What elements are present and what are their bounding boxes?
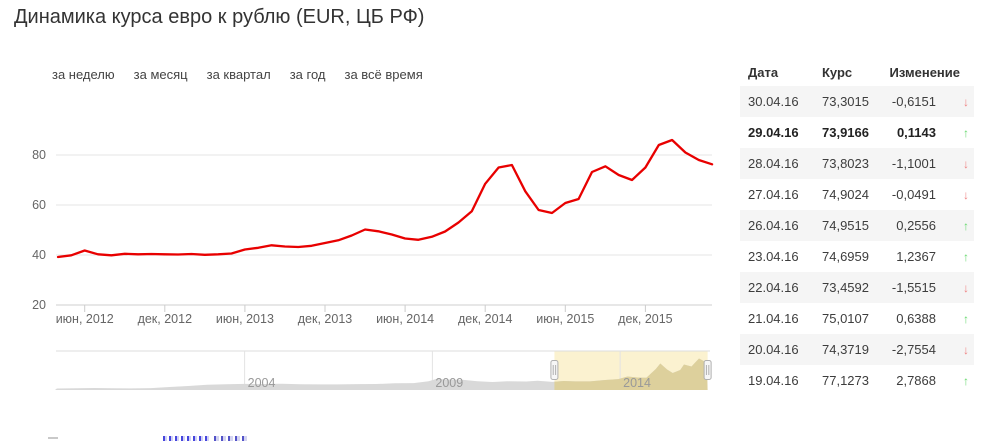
cell-change: 0,6388 xyxy=(888,311,958,326)
rates-table: ДатаКурсИзменение30.04.1673,3015-0,6151↓… xyxy=(740,58,974,396)
y-axis-label-40: 40 xyxy=(32,248,46,262)
navigator-year-label-2009: 2009 xyxy=(435,376,463,390)
cell-date: 27.04.16 xyxy=(740,187,818,202)
period-selector: за неделю за месяц за квартал за год за всё … xyxy=(52,67,423,82)
period-link-1[interactable]: за неделю xyxy=(52,67,115,82)
col-header-date: Дата xyxy=(740,65,818,80)
cell-change: -1,5515 xyxy=(888,280,958,295)
trend-down-arrow-icon: ↓ xyxy=(958,158,974,170)
trend-up-arrow-icon: ↑ xyxy=(958,375,974,387)
table-header-row: ДатаКурсИзменение xyxy=(740,58,974,86)
navigator-handle-right[interactable] xyxy=(704,361,711,380)
cell-date: 30.04.16 xyxy=(740,94,818,109)
cell-rate: 77,1273 xyxy=(818,373,888,388)
x-axis-label: дек, 2014 xyxy=(458,312,513,326)
x-axis-label: дек, 2015 xyxy=(618,312,673,326)
cell-rate: 73,8023 xyxy=(818,156,888,171)
table-row: 20.04.1674,3719-2,7554↓ xyxy=(740,334,974,365)
cell-rate: 74,6959 xyxy=(818,249,888,264)
cell-rate: 74,9024 xyxy=(818,187,888,202)
page-title: Динамика курса евро к рублю (EUR, ЦБ РФ) xyxy=(14,6,424,29)
navigator-year-label-2014: 2014 xyxy=(623,376,651,390)
cell-rate: 75,0107 xyxy=(818,311,888,326)
period-link-3[interactable]: за квартал xyxy=(207,67,271,82)
x-axis-label: июн, 2014 xyxy=(376,312,434,326)
cell-date: 29.04.16 xyxy=(740,125,818,140)
period-link-5[interactable]: за всё время xyxy=(344,67,422,82)
cell-change: -2,7554 xyxy=(888,342,958,357)
cell-rate: 73,9166 xyxy=(818,125,888,140)
cell-date: 19.04.16 xyxy=(740,373,818,388)
cell-rate: 74,3719 xyxy=(818,342,888,357)
cell-change: 1,2367 xyxy=(888,249,958,264)
cell-date: 21.04.16 xyxy=(740,311,818,326)
x-axis-label: дек, 2013 xyxy=(298,312,353,326)
cell-rate: 73,4592 xyxy=(818,280,888,295)
table-row: 30.04.1673,3015-0,6151↓ xyxy=(740,86,974,117)
table-row: 19.04.1677,12732,7868↑ xyxy=(740,365,974,396)
cell-change: -0,0491 xyxy=(888,187,958,202)
table-row: 27.04.1674,9024-0,0491↓ xyxy=(740,179,974,210)
trend-up-arrow-icon: ↑ xyxy=(958,127,974,139)
table-row: 22.04.1673,4592-1,5515↓ xyxy=(740,272,974,303)
x-axis-label: июн, 2015 xyxy=(536,312,594,326)
cell-date: 23.04.16 xyxy=(740,249,818,264)
col-header-rate: Курс xyxy=(818,65,888,80)
x-axis-label: дек, 2012 xyxy=(138,312,193,326)
x-axis-label: июн, 2012 xyxy=(56,312,114,326)
eur-rub-rate-page: Динамика курса евро к рублю (EUR, ЦБ РФ)… xyxy=(0,0,984,443)
table-row: 28.04.1673,8023-1,1001↓ xyxy=(740,148,974,179)
cell-rate: 73,3015 xyxy=(818,94,888,109)
navigator-year-label-2004: 2004 xyxy=(248,376,276,390)
cell-change: -0,6151 xyxy=(888,94,958,109)
chart-plot-area[interactable] xyxy=(56,130,712,305)
y-axis-label-20: 20 xyxy=(32,298,46,312)
y-axis-label-60: 60 xyxy=(32,198,46,212)
clipped-link-fragment xyxy=(163,436,210,441)
cell-date: 28.04.16 xyxy=(740,156,818,171)
trend-down-arrow-icon: ↓ xyxy=(958,282,974,294)
period-link-2[interactable]: за месяц xyxy=(134,67,188,82)
cell-date: 26.04.16 xyxy=(740,218,818,233)
period-link-4[interactable]: за год xyxy=(290,67,326,82)
trend-up-arrow-icon: ↑ xyxy=(958,220,974,232)
cell-change: 0,1143 xyxy=(888,125,958,140)
clipped-link-fragment xyxy=(214,436,248,441)
table-row: 29.04.1673,91660,1143↑ xyxy=(740,117,974,148)
trend-down-arrow-icon: ↓ xyxy=(958,96,974,108)
cell-change: 2,7868 xyxy=(888,373,958,388)
trend-down-arrow-icon: ↓ xyxy=(958,344,974,356)
table-row: 23.04.1674,69591,2367↑ xyxy=(740,241,974,272)
cell-change: -1,1001 xyxy=(888,156,958,171)
range-navigator: 2004 2009 2014 xyxy=(0,348,730,396)
cell-date: 20.04.16 xyxy=(740,342,818,357)
trend-down-arrow-icon: ↓ xyxy=(958,189,974,201)
main-chart: 20 40 60 80 июн, 2012 дек, 2012 июн, 2013 дек, … xyxy=(0,95,730,335)
table-row: 21.04.1675,01070,6388↑ xyxy=(740,303,974,334)
table-row: 26.04.1674,95150,2556↑ xyxy=(740,210,974,241)
col-header-change: Изменение xyxy=(888,65,974,80)
cell-rate: 74,9515 xyxy=(818,218,888,233)
trend-up-arrow-icon: ↑ xyxy=(958,313,974,325)
trend-up-arrow-icon: ↑ xyxy=(958,251,974,263)
cell-change: 0,2556 xyxy=(888,218,958,233)
x-axis-label: июн, 2013 xyxy=(216,312,274,326)
clipped-text-fragment xyxy=(48,437,58,439)
navigator-handle-left[interactable] xyxy=(551,361,558,380)
cell-date: 22.04.16 xyxy=(740,280,818,295)
y-axis-label-80: 80 xyxy=(32,148,46,162)
